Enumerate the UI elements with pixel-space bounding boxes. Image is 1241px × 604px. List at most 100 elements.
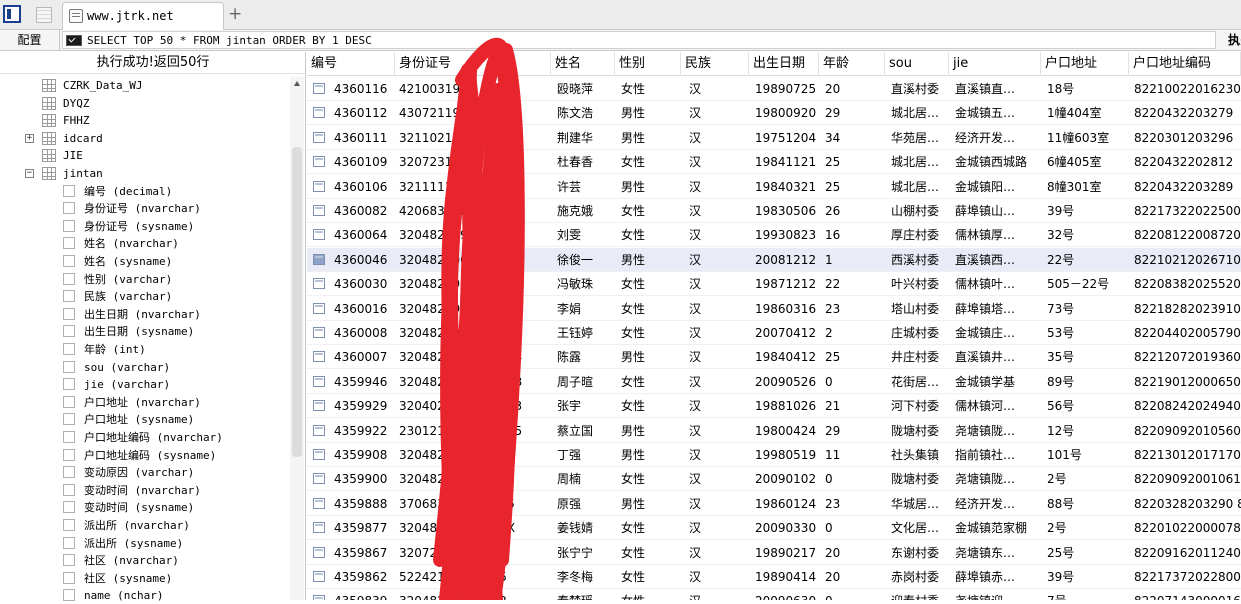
table-cell[interactable]: 赤岗村委 (888, 565, 948, 589)
table-cell[interactable]: 直溪村委 (888, 77, 948, 101)
table-cell[interactable]: 金城镇学基 (952, 370, 1040, 394)
table-cell[interactable]: 3344 (481, 467, 523, 491)
table-cell[interactable]: 255 (481, 101, 523, 125)
table-cell[interactable]: 19841121 (752, 150, 816, 174)
table-cell[interactable]: 厚庄村委 (888, 223, 948, 247)
tree-scrollbar[interactable] (290, 77, 304, 600)
tree-table-node[interactable]: DYQZ (0, 95, 290, 112)
table-cell[interactable]: 女性 (618, 272, 678, 296)
table-cell[interactable]: 女性 (618, 516, 678, 540)
tree-table-node[interactable]: CZRK_Data_WJ (0, 77, 290, 94)
table-cell[interactable]: 东谢村委 (888, 541, 948, 565)
table-cell[interactable]: 8幢301室 (1044, 175, 1128, 199)
table-cell[interactable]: 0 (822, 589, 882, 600)
table-cell[interactable]: 34 (822, 126, 882, 150)
column-header[interactable]: 身份证号 (395, 52, 551, 76)
table-cell[interactable]: 男性 (618, 492, 678, 516)
table-cell[interactable]: 4360111 (331, 126, 393, 150)
table-cell[interactable]: 杜春香 (554, 150, 614, 174)
table-cell[interactable]: 陈露 (554, 345, 614, 369)
table-cell[interactable]: 陇塘村委 (888, 467, 948, 491)
table-cell[interactable]: 张宇 (554, 394, 614, 418)
row-icon[interactable] (313, 595, 325, 600)
row-icon[interactable] (313, 131, 325, 143)
table-cell[interactable]: 19871212 (752, 272, 816, 296)
table-cell[interactable]: 8220432203289 (1131, 175, 1241, 199)
table-cell[interactable]: 4359877 (331, 516, 393, 540)
table-cell[interactable]: 薛埠镇赤… (952, 565, 1040, 589)
table-cell[interactable]: 汉 (686, 272, 744, 296)
table-cell[interactable]: 32863 (481, 223, 523, 247)
table-cell[interactable]: 刘雯 (554, 223, 614, 247)
table-cell[interactable]: 230121198 (396, 419, 466, 443)
table-cell[interactable]: 施克娥 (554, 199, 614, 223)
table-cell[interactable]: 4360109 (331, 150, 393, 174)
table-cell[interactable]: 226 (481, 541, 523, 565)
table-cell[interactable]: 尧塘镇迎… (952, 589, 1040, 600)
table-cell[interactable]: 塔山村委 (888, 297, 948, 321)
tree-table-node[interactable]: JIE (0, 147, 290, 164)
table-cell[interactable]: 320482200 (396, 248, 466, 272)
query-input[interactable]: SELECT TOP 50 * FROM jintan ORDER BY 1 D… (62, 31, 1241, 49)
table-cell[interactable]: 山棚村委 (888, 199, 948, 223)
table-cell[interactable]: 金城镇西城路 (952, 150, 1040, 174)
table-cell[interactable]: 汉 (686, 101, 744, 125)
table-cell[interactable]: 321102197 (396, 126, 466, 150)
table-cell[interactable]: 庄城村委 (888, 321, 948, 345)
table-cell[interactable]: 320482200 (396, 516, 466, 540)
table-cell[interactable]: 4360116 (331, 77, 393, 101)
row-icon[interactable] (313, 400, 325, 412)
table-row[interactable]: 4359900 320482200 3344 周楠 女性汉 20090102 0 陇塘村委 尧塘… (307, 467, 1241, 492)
table-cell[interactable]: 2号 (1044, 467, 1128, 491)
tree-column-node[interactable]: 变动时间 (sysname) (0, 499, 290, 516)
table-row[interactable]: 4359867 320721199 226 张宁宁 女性汉 19890217 20 东谢村委尧… (307, 541, 1241, 565)
table-cell[interactable]: 8221207201936035 (1131, 345, 1241, 369)
tree-column-node[interactable]: name (nchar) (0, 587, 290, 604)
table-cell[interactable]: 4360064 (331, 223, 393, 247)
table-cell[interactable]: 汉 (686, 175, 744, 199)
row-icon[interactable] (313, 156, 325, 168)
table-cell[interactable]: 汉 (686, 223, 744, 247)
add-tab-button[interactable]: + (228, 4, 242, 24)
table-cell[interactable]: 20081212 (752, 248, 816, 272)
table-cell[interactable]: 39号 (1044, 199, 1128, 223)
table-cell[interactable]: 19860316 (752, 297, 816, 321)
row-icon[interactable] (313, 473, 325, 485)
table-cell[interactable]: 19930823 (752, 223, 816, 247)
table-cell[interactable]: 8220714300001607 (1131, 589, 1241, 600)
table-cell[interactable]: 华苑居… (888, 126, 948, 150)
table-cell[interactable]: 丁强 (554, 443, 614, 467)
table-cell[interactable]: 19860124 (752, 492, 816, 516)
table-cell[interactable]: 29 (822, 101, 882, 125)
table-cell[interactable]: 23813 (481, 248, 523, 272)
row-icon[interactable] (313, 522, 325, 534)
table-cell[interactable]: 女性 (618, 541, 678, 565)
table-cell[interactable]: 23 (822, 492, 882, 516)
table-cell[interactable]: 54629 (481, 199, 523, 223)
table-cell[interactable]: 320482200 (396, 321, 466, 345)
tree-column-node[interactable]: 变动时间 (nvarchar) (0, 482, 290, 499)
tree-column-node[interactable]: 社区 (sysname) (0, 570, 290, 587)
scrollbar-thumb[interactable] (292, 147, 302, 457)
table-row[interactable]: 4359922 230121198 41415 蔡立国 男性汉 19800424 29 陇塘村… (307, 419, 1241, 443)
table-cell[interactable]: 23 (822, 297, 882, 321)
table-cell[interactable]: 8220824202494056 (1131, 394, 1241, 418)
table-cell[interactable]: 男性 (618, 248, 678, 272)
tree-column-node[interactable]: 社区 (nvarchar) (0, 552, 290, 569)
table-cell[interactable]: 320482198 (396, 297, 466, 321)
table-cell[interactable]: 直溪镇直… (952, 77, 1040, 101)
table-cell[interactable]: 尧塘镇陇… (952, 419, 1040, 443)
table-cell[interactable]: 8220440200579053 (1131, 321, 1241, 345)
table-cell[interactable]: 周子暄 (554, 370, 614, 394)
table-cell[interactable]: 社头集镇 (888, 443, 948, 467)
table-cell[interactable]: 李冬梅 (554, 565, 614, 589)
table-cell[interactable]: 原强 (554, 492, 614, 516)
table-cell[interactable]: 汉 (686, 419, 744, 443)
table-cell[interactable]: 4360030 (331, 272, 393, 296)
table-cell[interactable]: 320482200 (396, 467, 466, 491)
column-header[interactable]: jie (949, 52, 1041, 76)
tree-column-node[interactable]: sou (varchar) (0, 359, 290, 376)
table-row[interactable]: 4360064 320482199 32863 刘雯 女性汉 19930823 16 厚庄村委… (307, 223, 1241, 248)
table-cell[interactable]: 8221828202391073 (1131, 297, 1241, 321)
table-cell[interactable]: 16 (822, 223, 882, 247)
